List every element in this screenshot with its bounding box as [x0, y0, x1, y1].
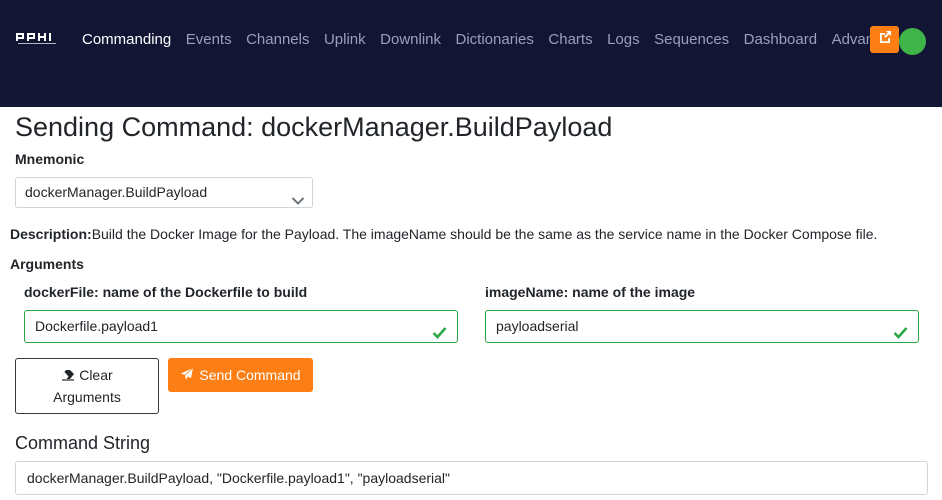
nav-dashboard[interactable]: Dashboard — [744, 31, 817, 49]
check-icon — [893, 319, 908, 350]
mnemonic-selected-value: dockerManager.BuildPayload — [25, 184, 208, 200]
clear-button-label: Clear — [79, 367, 113, 383]
connection-status-indicator — [899, 28, 926, 55]
clear-button-line2: Arguments — [53, 389, 121, 405]
clear-arguments-button[interactable]: Clear Arguments — [15, 358, 159, 414]
nav-commanding[interactable]: Commanding — [82, 31, 171, 49]
clear-button-line1: Clear — [16, 364, 158, 386]
nav-links: Commanding Events Channels Uplink Downli… — [82, 31, 913, 49]
nav-downlink[interactable]: Downlink — [380, 31, 441, 49]
mnemonic-select[interactable]: dockerManager.BuildPayload — [15, 177, 313, 208]
imagename-arg-label: imageName: name of the image — [485, 284, 696, 300]
send-command-label: Send Command — [199, 367, 301, 383]
dockerfile-arg-label: dockerFile: name of the Dockerfile to bu… — [24, 284, 308, 300]
send-command-button[interactable]: Send Command — [168, 358, 313, 392]
command-description: Description:Build the Docker Image for t… — [10, 226, 877, 243]
paper-plane-icon — [180, 367, 194, 384]
dockerfile-arg-value: Dockerfile.payload1 — [35, 318, 158, 334]
page-title: Sending Command: dockerManager.BuildPayl… — [15, 112, 613, 142]
nav-uplink[interactable]: Uplink — [324, 31, 366, 49]
imagename-arg-value: payloadserial — [496, 318, 579, 334]
nav-channels[interactable]: Channels — [246, 31, 309, 49]
nav-charts[interactable]: Charts — [548, 31, 592, 49]
nav-logs[interactable]: Logs — [607, 31, 640, 49]
external-link-icon — [877, 29, 893, 50]
description-text: Build the Docker Image for the Payload. … — [91, 226, 878, 242]
command-string-field[interactable]: dockerManager.BuildPayload, "Dockerfile.… — [15, 461, 928, 495]
nav-events[interactable]: Events — [186, 31, 232, 49]
eraser-icon — [61, 367, 79, 383]
navbar: Commanding Events Channels Uplink Downli… — [0, 0, 942, 107]
app-logo[interactable] — [16, 30, 58, 48]
dockerfile-arg-input[interactable]: Dockerfile.payload1 — [24, 310, 458, 343]
chevron-down-icon — [291, 187, 305, 216]
command-string-label: Command String — [15, 433, 151, 453]
arguments-label: Arguments — [10, 256, 84, 272]
external-link-button[interactable] — [870, 26, 899, 53]
nav-sequences[interactable]: Sequences — [654, 31, 729, 49]
imagename-arg-input[interactable]: payloadserial — [485, 310, 919, 343]
check-icon — [432, 319, 447, 350]
mnemonic-label: Mnemonic — [15, 151, 85, 167]
description-label: Description: — [10, 226, 92, 242]
nav-dictionaries[interactable]: Dictionaries — [456, 31, 534, 49]
